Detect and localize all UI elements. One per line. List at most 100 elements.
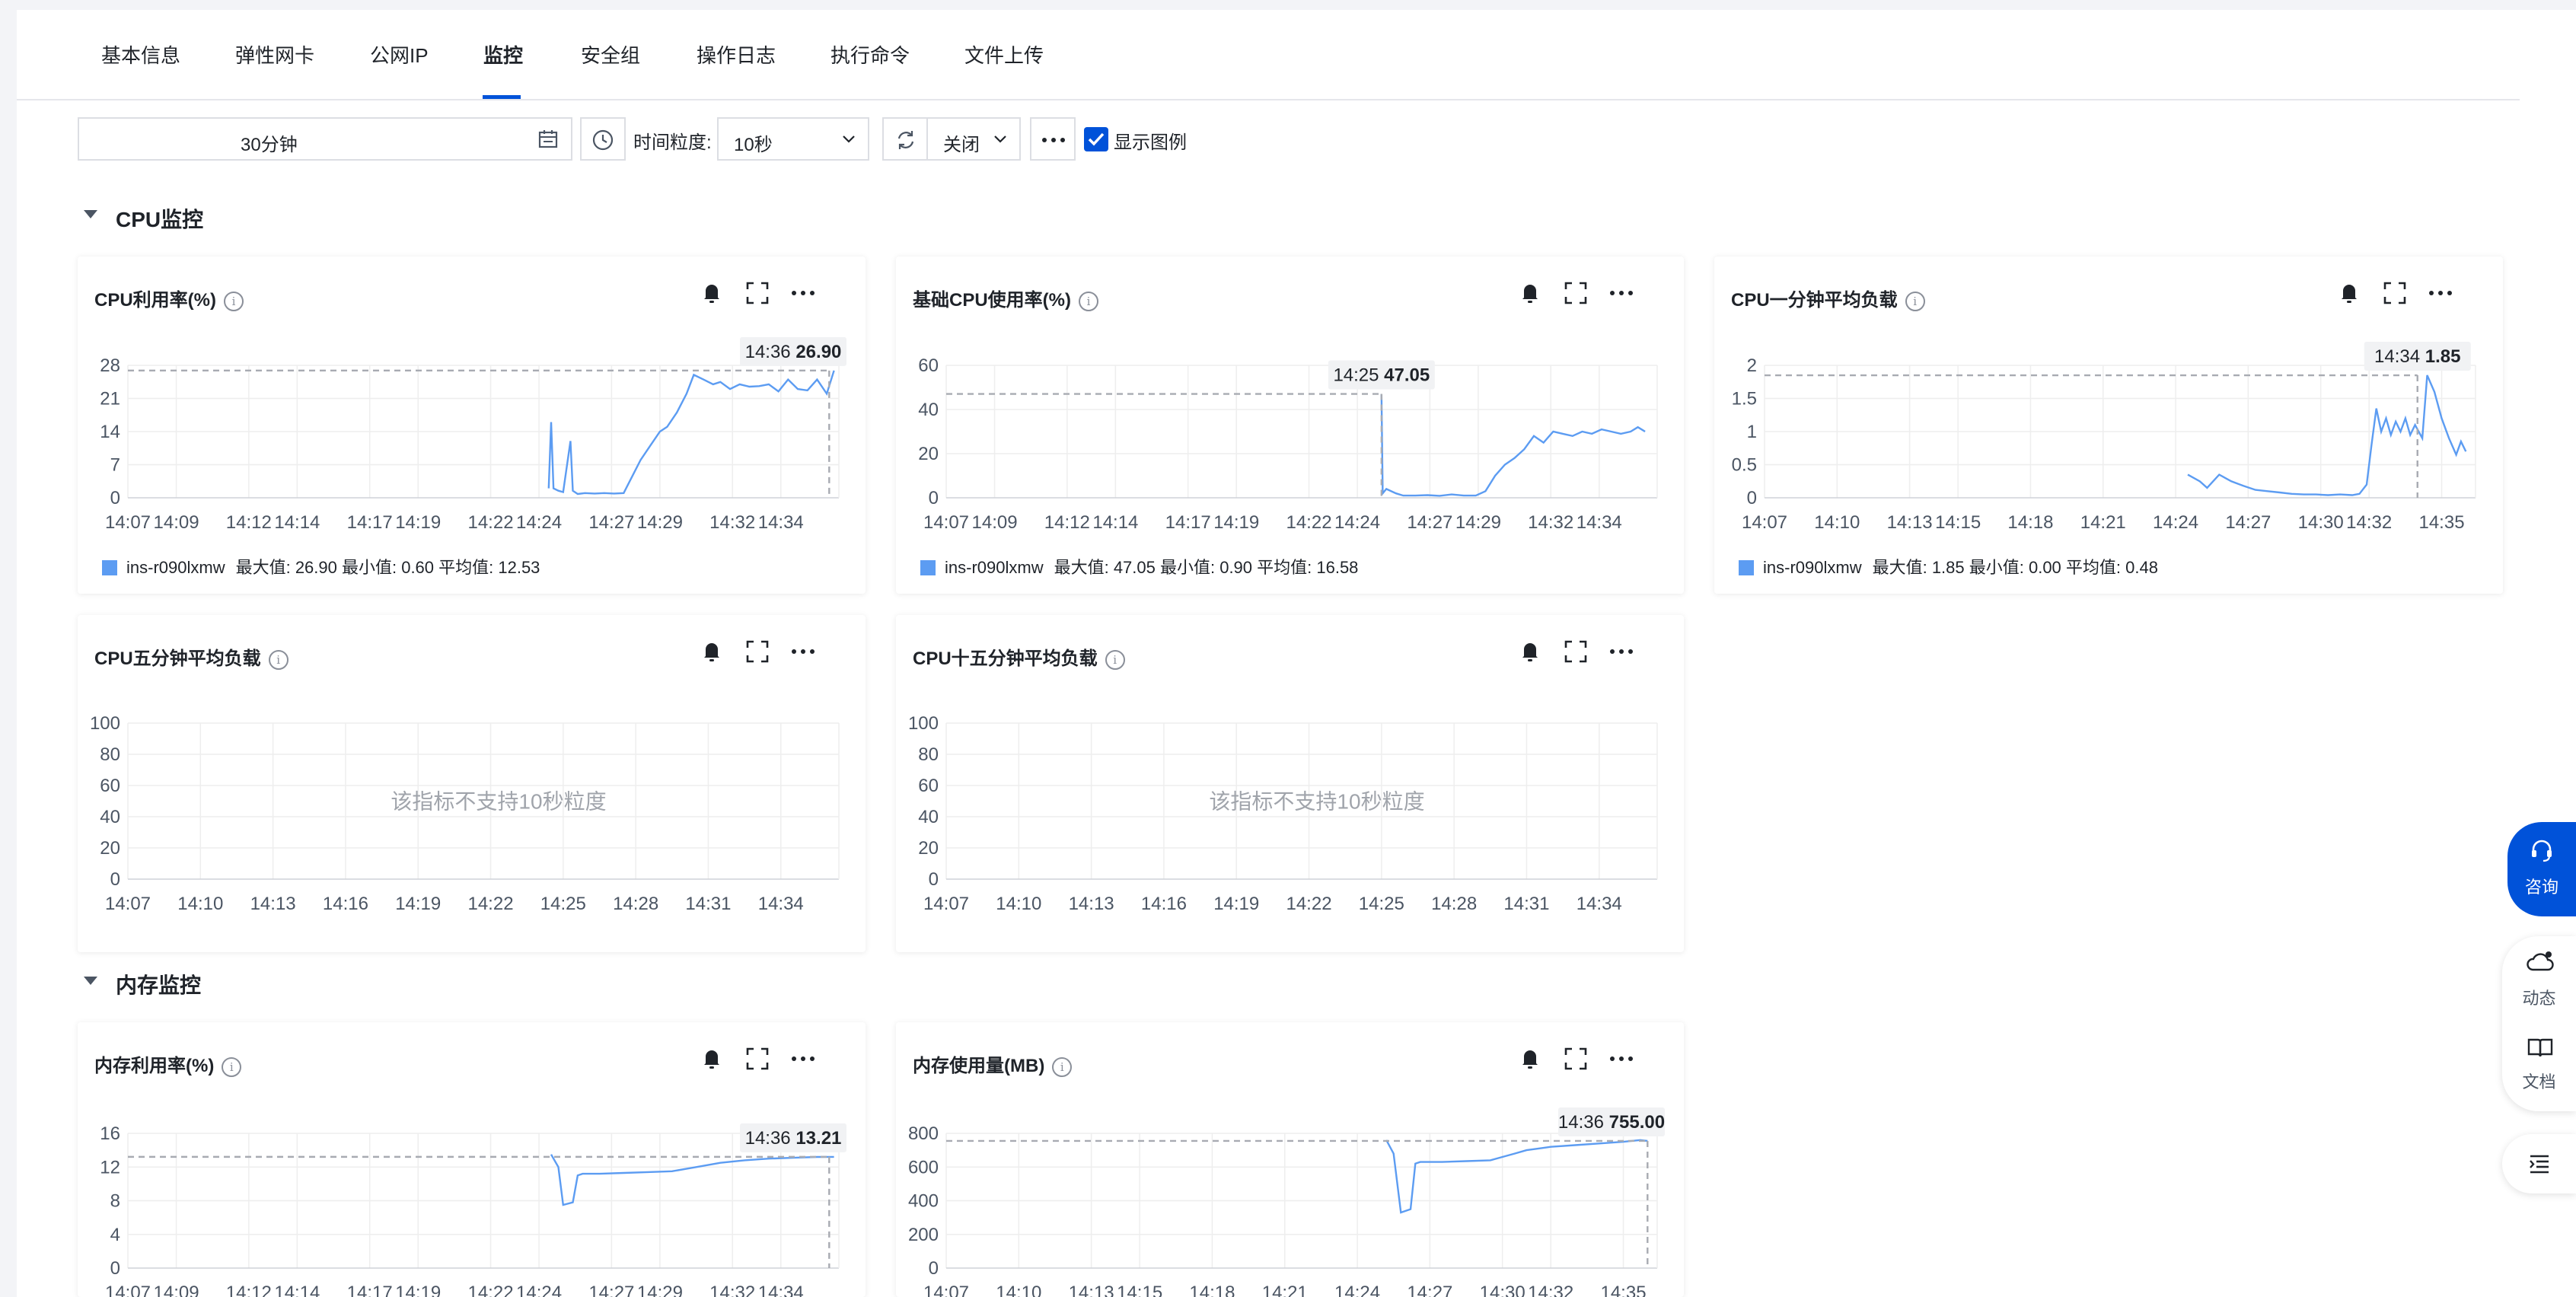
y-tick-label: 0.5 <box>1732 455 1757 476</box>
auto-refresh-select[interactable]: 关闭 <box>926 117 1021 161</box>
y-tick-label: 0 <box>110 869 120 890</box>
x-tick-label: 14:32 <box>1528 512 1573 533</box>
tooltip-text: 14:25 47.05 <box>1333 365 1430 386</box>
x-tick-label: 14:24 <box>516 512 562 533</box>
docs-label: 文档 <box>2522 1072 2556 1091</box>
tab-file-upload[interactable]: 文件上传 <box>964 40 1044 69</box>
legend-series-name: ins-r090lxmw <box>1763 558 1862 577</box>
time-range-picker[interactable]: 30分钟 <box>78 117 572 161</box>
x-tick-label: 14:17 <box>347 512 393 533</box>
y-tick-label: 60 <box>918 776 939 796</box>
series-line <box>547 370 835 496</box>
granularity-select[interactable]: 10秒 <box>717 117 869 161</box>
y-tick-label: 40 <box>918 400 939 420</box>
y-tick-label: 8 <box>110 1191 120 1212</box>
tab-eni[interactable]: 弹性网卡 <box>235 40 314 69</box>
x-tick-label: 14:24 <box>2153 512 2198 533</box>
show-legend-checkbox[interactable] <box>1084 127 1108 151</box>
legend[interactable]: ins-r090lxmw 最大值: 26.90 最小值: 0.60 平均值: 12… <box>102 554 540 578</box>
tooltip-time: 14:36 <box>745 342 796 362</box>
cloud-notify-icon <box>2527 951 2554 971</box>
y-tick-label: 12 <box>100 1157 120 1177</box>
granularity-value: 10秒 <box>734 135 773 155</box>
x-tick-label: 14:13 <box>250 894 296 914</box>
x-tick-label: 14:22 <box>467 894 513 914</box>
dynamic-button[interactable]: 动态 <box>2502 936 2576 1020</box>
x-tick-label: 14:32 <box>1528 1283 1573 1297</box>
y-tick-label: 100 <box>90 713 120 734</box>
chart-plot: 14:07 14:10 14:13 14:15 14:18 14:21 14:24 14:27… <box>1732 342 2476 533</box>
section-memory-title[interactable]: 内存监控 <box>116 969 201 999</box>
active-tab-indicator <box>483 95 521 99</box>
tab-operation-log[interactable]: 操作日志 <box>697 40 776 69</box>
tooltip-value: 755.00 <box>1609 1112 1665 1133</box>
y-tick-label: 0 <box>1747 488 1757 508</box>
x-tick-label: 14:27 <box>1407 512 1452 533</box>
x-tick-label: 14:34 <box>1577 512 1622 533</box>
legend-stats: 最大值: 1.85 最小值: 0.00 平均值: 0.48 <box>1872 558 2158 577</box>
x-tick-label: 14:15 <box>1935 512 1981 533</box>
x-tick-label: 14:07 <box>923 894 969 914</box>
x-tick-label: 14:18 <box>2007 512 2053 533</box>
chart-card-load1: CPU一分钟平均负载 i 14:07 14:10 14:13 14:15 14:18 14:… <box>1714 257 2503 594</box>
x-tick-label: 14:24 <box>1334 512 1380 533</box>
legend-stats: 最大值: 26.90 最小值: 0.60 平均值: 12.53 <box>235 558 540 577</box>
tab-run-command[interactable]: 执行命令 <box>831 40 910 69</box>
legend-series-name: ins-r090lxmw <box>945 558 1044 577</box>
book-icon <box>2527 1038 2553 1057</box>
chart-plot: 14:07 14:10 14:13 14:16 14:19 14:22 14:25 14:28… <box>90 713 840 914</box>
tab-security-group[interactable]: 安全组 <box>581 40 640 69</box>
collapse-caret-icon[interactable] <box>84 977 97 985</box>
x-tick-label: 14:27 <box>588 512 634 533</box>
legend[interactable]: ins-r090lxmw 最大值: 1.85 最小值: 0.00 平均值: 0.4… <box>1739 554 2158 578</box>
main-panel: 基本信息 弹性网卡 公网IP 监控 安全组 操作日志 执行命令 文件上传 30分… <box>17 10 2576 1297</box>
x-tick-label: 14:32 <box>709 512 755 533</box>
legend[interactable]: ins-r090lxmw 最大值: 47.05 最小值: 0.90 平均值: 16… <box>920 554 1358 578</box>
tab-basic-info[interactable]: 基本信息 <box>101 40 180 69</box>
x-tick-label: 14:27 <box>588 1283 634 1297</box>
x-tick-label: 14:19 <box>1213 894 1259 914</box>
tooltip-text: 14:36 26.90 <box>745 342 842 362</box>
collapse-caret-icon[interactable] <box>84 210 97 218</box>
chart-card-mem-util: 内存利用率(%) i 14:07 14:09 14:12 14:14 14:17 14:19… <box>78 1022 866 1297</box>
x-tick-label: 14:12 <box>226 1283 272 1297</box>
x-tick-label: 14:16 <box>323 894 368 914</box>
y-tick-label: 0 <box>929 488 939 508</box>
x-tick-label: 14:10 <box>996 1283 1041 1297</box>
chart-card-load15: CPU十五分钟平均负载 i 14:07 14:10 14:13 14:16 14:19 14… <box>896 615 1684 952</box>
x-tick-label: 14:07 <box>923 1283 969 1297</box>
consult-label: 咨询 <box>2524 878 2558 897</box>
tab-public-ip[interactable]: 公网IP <box>370 40 429 69</box>
side-tools: 动态 文档 <box>2502 936 2576 1111</box>
x-tick-label: 14:15 <box>1117 1283 1162 1297</box>
x-tick-label: 14:17 <box>1165 512 1211 533</box>
empty-state-text: 该指标不支持10秒粒度 <box>391 790 606 814</box>
docs-button[interactable]: 文档 <box>2502 1021 2576 1105</box>
x-tick-label: 14:19 <box>1213 512 1259 533</box>
tab-monitoring[interactable]: 监控 <box>483 40 523 69</box>
refresh-button[interactable] <box>882 117 928 161</box>
more-options-button[interactable] <box>1030 117 1076 161</box>
x-tick-label: 14:29 <box>637 512 683 533</box>
time-range-value: 30分钟 <box>241 135 298 155</box>
x-tick-label: 14:10 <box>1814 512 1860 533</box>
series-line <box>2187 374 2467 496</box>
y-tick-label: 7 <box>110 455 120 476</box>
x-tick-label: 14:12 <box>1044 512 1090 533</box>
consult-button[interactable]: 咨询 <box>2507 822 2576 916</box>
tooltip-value: 13.21 <box>795 1128 841 1149</box>
outline-button[interactable] <box>2502 1134 2576 1193</box>
x-tick-label: 14:27 <box>2225 512 2271 533</box>
legend-series-name: ins-r090lxmw <box>126 558 225 577</box>
series-line <box>550 1154 834 1206</box>
tab-bar: 基本信息 弹性网卡 公网IP 监控 安全组 操作日志 执行命令 文件上传 <box>17 10 2520 100</box>
x-tick-label: 14:25 <box>540 894 586 914</box>
y-tick-label: 60 <box>918 355 939 376</box>
show-legend-label: 显示图例 <box>1114 132 1187 153</box>
y-tick-label: 1.5 <box>1732 389 1757 409</box>
y-tick-label: 21 <box>100 389 120 409</box>
x-tick-label: 14:07 <box>105 512 151 533</box>
section-cpu-title[interactable]: CPU监控 <box>116 203 203 234</box>
clock-button[interactable] <box>580 117 626 161</box>
x-tick-label: 14:31 <box>1503 894 1549 914</box>
